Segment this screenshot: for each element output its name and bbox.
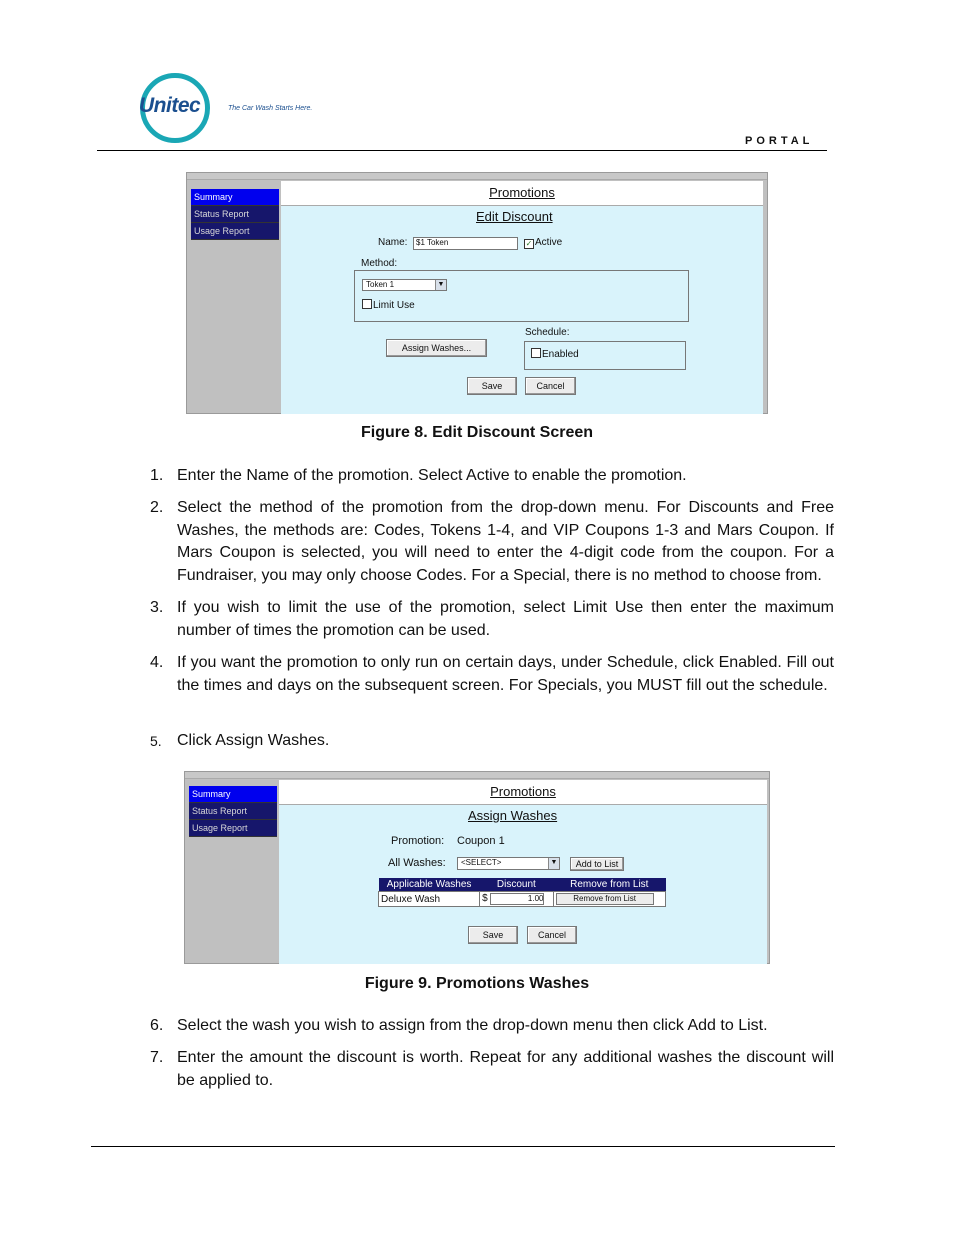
promotion-label: Promotion: — [391, 835, 445, 847]
check-icon: ✓ — [524, 239, 534, 249]
chevron-down-icon: ▼ — [548, 858, 559, 869]
list-item: 7. Enter the amount the discount is worth… — [150, 1049, 834, 1089]
menu-item-summary[interactable]: Summary — [189, 786, 277, 803]
content-panel: Promotions Edit Discount Name: $1 Token … — [281, 181, 763, 414]
method-group — [354, 270, 689, 322]
menu-item-usage-report[interactable]: Usage Report — [189, 820, 277, 837]
section-label: PORTAL — [745, 135, 814, 147]
promotion-value: Coupon 1 — [457, 835, 505, 847]
table-row: Deluxe Wash $ 1.00 Remove from List — [377, 891, 667, 907]
cancel-button[interactable]: Cancel — [527, 926, 577, 944]
chevron-down-icon: ▼ — [435, 280, 446, 290]
menu-item-status-report[interactable]: Status Report — [191, 206, 279, 223]
save-button[interactable]: Save — [467, 377, 517, 395]
list-item: 2. Select the method of the promotion fro… — [150, 499, 834, 584]
footer-rule — [91, 1146, 835, 1147]
method-select[interactable]: Token 1 ▼ — [362, 279, 447, 291]
menu-item-summary[interactable]: Summary — [191, 189, 279, 206]
logo-tagline: The Car Wash Starts Here. — [228, 105, 313, 112]
remove-from-list-button[interactable]: Remove from List — [555, 893, 654, 905]
washes-table: Applicable Washes Discount Remove from L… — [377, 878, 667, 907]
remove-cell: Remove from List — [552, 891, 667, 907]
table-header: Applicable Washes — [378, 878, 480, 892]
schedule-label: Schedule: — [525, 327, 570, 338]
list-item: 6. Select the wash you wish to assign fro… — [150, 1017, 768, 1034]
list-item: 1. Enter the Name of the promotion. Selec… — [150, 467, 687, 484]
figure9-screenshot: Summary Status Report Usage Report Promo… — [184, 771, 770, 964]
page-title: Promotions — [281, 181, 763, 206]
method-label: Method: — [361, 258, 398, 269]
active-checkbox[interactable]: ✓ Active — [524, 237, 562, 249]
table-header: Discount — [479, 878, 554, 892]
list-item: 4. If you want the promotion to only run … — [150, 654, 834, 694]
discount-cell: $ 1.00 — [479, 891, 554, 907]
limit-use-checkbox[interactable]: Limit Use — [362, 299, 415, 311]
page-title: Promotions — [279, 780, 767, 805]
logo: Unitec — [139, 94, 201, 117]
save-button[interactable]: Save — [468, 926, 518, 944]
content-panel: Promotions Assign Washes Promotion: Coup… — [279, 780, 767, 964]
figure9-caption: Figure 9. Promotions Washes — [364, 975, 590, 992]
enabled-checkbox[interactable]: Enabled — [531, 348, 579, 360]
menu-item-status-report[interactable]: Status Report — [189, 803, 277, 820]
form-title: Assign Washes — [468, 808, 558, 823]
cancel-button[interactable]: Cancel — [525, 377, 576, 395]
figure8-screenshot: Summary Status Report Usage Report Promo… — [186, 172, 768, 414]
name-label: Name: — [378, 237, 408, 248]
side-menu: Summary Status Report Usage Report — [189, 786, 277, 837]
discount-input[interactable]: 1.00 — [490, 893, 545, 905]
menu-item-usage-report[interactable]: Usage Report — [191, 223, 279, 240]
header-rule — [97, 150, 827, 151]
list-item: 5. Click Assign Washes. — [150, 732, 330, 749]
wash-name: Deluxe Wash — [377, 891, 481, 907]
all-washes-select[interactable]: <SELECT> ▼ — [457, 857, 560, 870]
list-item: 3. If you wish to limit the use of the pr… — [150, 599, 834, 639]
name-input[interactable]: $1 Token — [413, 237, 518, 250]
table-header: Remove from List — [553, 878, 666, 892]
form-title: Edit Discount — [476, 209, 553, 224]
assign-washes-button[interactable]: Assign Washes... — [386, 339, 487, 357]
figure8-caption: Figure 8. Edit Discount Screen — [360, 424, 594, 441]
all-washes-label: All Washes: — [388, 857, 446, 869]
side-menu: Summary Status Report Usage Report — [191, 189, 279, 240]
add-to-list-button[interactable]: Add to List — [570, 857, 624, 871]
